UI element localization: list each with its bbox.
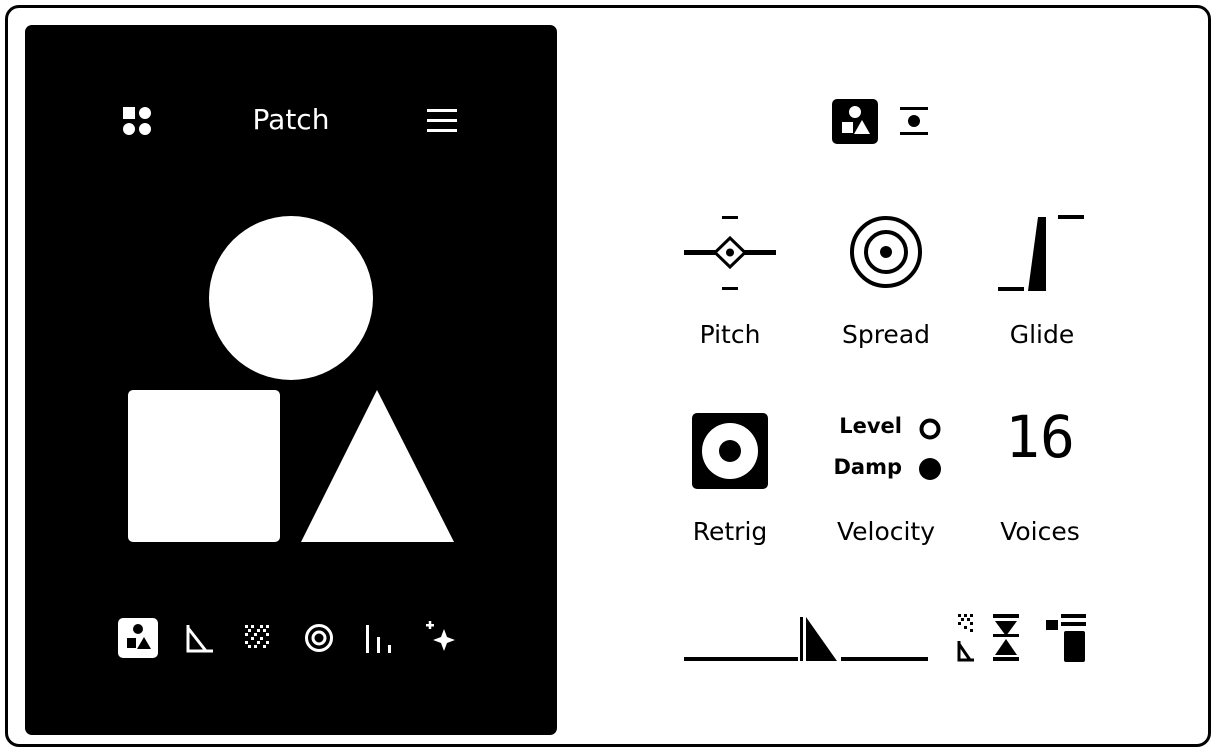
nav-shapes-icon[interactable]: [118, 618, 158, 658]
spread-label: Spread: [841, 320, 931, 349]
retrig-label: Retrig: [692, 517, 768, 546]
glide-label: Glide: [1009, 320, 1075, 349]
pitch-icon[interactable]: [684, 212, 776, 294]
hourglass-icon[interactable]: [991, 614, 1021, 662]
noise-corner-icon[interactable]: [956, 614, 976, 662]
mode-center-icon[interactable]: [899, 105, 929, 137]
glide-icon[interactable]: [998, 212, 1084, 294]
velocity-damp-label: Damp: [833, 455, 902, 479]
patch-title: Patch: [252, 103, 330, 136]
nav-envelope-icon[interactable]: [185, 624, 215, 654]
velocity-damp-radio[interactable]: [918, 457, 942, 481]
device-screen: Patch: [25, 25, 557, 735]
pitch-label: Pitch: [699, 320, 761, 349]
menu-icon[interactable]: [427, 108, 457, 134]
nav-target-icon[interactable]: [304, 623, 334, 653]
shapes-artwork: [128, 216, 454, 542]
voices-label: Voices: [1000, 517, 1080, 546]
nav-noise-icon[interactable]: [245, 625, 269, 649]
velocity-label: Velocity: [836, 517, 936, 546]
velocity-level-label: Level: [839, 414, 902, 438]
envelope-shape-icon[interactable]: [684, 612, 928, 662]
nav-bars-icon[interactable]: [365, 625, 395, 653]
stack-icon[interactable]: [1046, 614, 1086, 662]
spread-icon[interactable]: [848, 214, 924, 290]
mode-shapes-icon[interactable]: [832, 99, 878, 144]
voices-value[interactable]: 16: [994, 403, 1086, 471]
velocity-level-radio[interactable]: [918, 417, 942, 441]
grid-icon[interactable]: [123, 107, 155, 137]
retrig-icon[interactable]: [692, 413, 768, 489]
nav-sparkle-icon[interactable]: [425, 621, 457, 651]
